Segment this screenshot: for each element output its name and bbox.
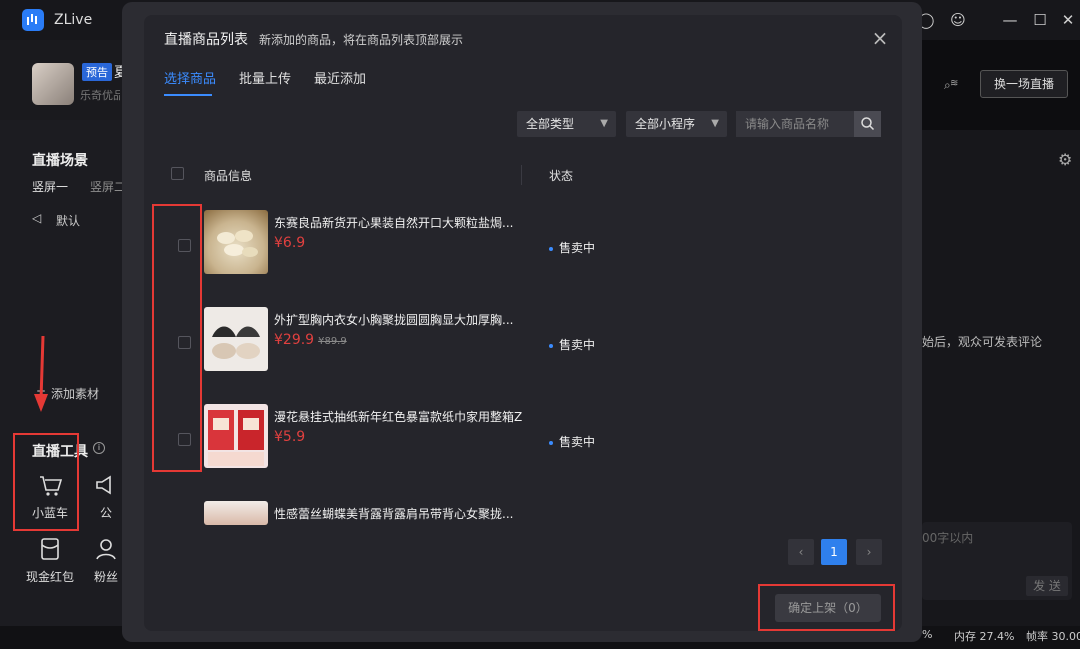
close-icon[interactable]: × bbox=[870, 28, 890, 48]
preview-badge: 预告 bbox=[82, 63, 112, 81]
original-price: ¥89.9 bbox=[318, 336, 347, 347]
tool-announcement[interactable]: 公 bbox=[90, 472, 122, 521]
product-price: ¥6.9 bbox=[274, 235, 305, 251]
program-select-value: 全部小程序 bbox=[635, 117, 696, 131]
tissue-box-image bbox=[208, 410, 264, 466]
comment-input-hint: 00字以内 bbox=[922, 531, 974, 545]
host-subtitle: 乐奇优品 bbox=[80, 89, 120, 102]
active-tab-indicator bbox=[164, 94, 212, 96]
status-prefix: % bbox=[922, 628, 933, 641]
type-select[interactable]: 全部类型 ▼ bbox=[517, 111, 616, 137]
emoji-icon[interactable]: ☺ bbox=[948, 10, 968, 30]
close-window-icon[interactable]: ✕ bbox=[1058, 10, 1078, 30]
product-status: 售卖中 bbox=[549, 336, 595, 353]
tab-bulk-upload[interactable]: 批量上传 bbox=[239, 68, 291, 87]
tool-red-packet-label: 现金红包 bbox=[25, 570, 74, 584]
product-thumbnail bbox=[204, 307, 268, 371]
tool-announcement-label: 公 bbox=[99, 506, 112, 520]
send-button[interactable]: 发 送 bbox=[1026, 576, 1068, 596]
annotation-tool-highlight bbox=[13, 433, 79, 531]
settings-icon[interactable]: ⚙ bbox=[1058, 150, 1072, 169]
page-1-button[interactable]: 1 bbox=[821, 539, 847, 565]
zlive-logo-icon bbox=[22, 9, 44, 31]
table-row[interactable]: 外扩型胸内衣女小胸聚拢圆圆胸显大加厚胸... ¥29.9 ¥89.9 售卖中 bbox=[164, 295, 880, 391]
search-input[interactable] bbox=[736, 111, 854, 137]
chevron-down-icon: ▼ bbox=[711, 118, 719, 129]
price-value: ¥29.9 bbox=[274, 332, 315, 348]
product-price: ¥5.9 bbox=[274, 429, 305, 445]
pistachio-image bbox=[217, 230, 258, 257]
table-row[interactable]: 东赛良品新货开心果装自然开口大颗粒盐焗... ¥6.9 售卖中 bbox=[164, 198, 880, 294]
add-material-button[interactable]: 添加素材 bbox=[51, 385, 99, 402]
tab-recently-added[interactable]: 最近添加 bbox=[314, 68, 366, 87]
annotation-checkbox-highlight bbox=[152, 204, 202, 472]
program-select[interactable]: 全部小程序 ▼ bbox=[626, 111, 727, 137]
maximize-icon[interactable]: ☐ bbox=[1030, 10, 1050, 30]
chevron-down-icon: ▼ bbox=[600, 118, 608, 129]
annotation-arrow-icon bbox=[34, 336, 48, 412]
speaker-icon: ◁ bbox=[32, 211, 42, 225]
table-row[interactable]: 性感蕾丝蝴蝶美背露背露肩吊带背心女聚拢... bbox=[164, 489, 880, 525]
column-divider bbox=[521, 165, 522, 185]
table-header: 商品信息 状态 bbox=[164, 161, 880, 189]
user-icon bbox=[96, 539, 116, 560]
dialog-title: 直播商品列表 bbox=[164, 32, 248, 48]
product-price: ¥29.9 ¥89.9 bbox=[274, 332, 347, 348]
annotation-confirm-highlight bbox=[758, 584, 895, 631]
wifi-icon: ≋ bbox=[950, 78, 959, 89]
product-thumbnail bbox=[204, 501, 268, 525]
select-all-checkbox[interactable] bbox=[171, 167, 184, 180]
scene-tab-1[interactable]: 竖屏一 bbox=[32, 178, 68, 195]
switch-live-button[interactable]: 换一场直播 bbox=[980, 70, 1068, 98]
megaphone-icon bbox=[96, 475, 111, 495]
tool-fans-label: 粉丝 bbox=[93, 570, 118, 584]
scene-tab-2[interactable]: 竖屏二 bbox=[90, 178, 122, 195]
memory-status: 内存 27.4% bbox=[954, 630, 1015, 643]
dialog-subtitle: 新添加的商品，将在商品列表顶部展示 bbox=[259, 33, 464, 47]
product-name: 漫花悬挂式抽纸新年红色暴富款纸巾家用整箱Z bbox=[274, 410, 523, 424]
fps-status: 帧率 30.00 bbox=[1026, 630, 1080, 643]
default-label: 默认 bbox=[56, 214, 81, 228]
next-page-button[interactable]: › bbox=[856, 539, 882, 565]
price-value: ¥5.9 bbox=[274, 429, 306, 445]
avatar bbox=[32, 63, 74, 105]
app-title: ZLive bbox=[54, 12, 93, 28]
table-row[interactable]: 漫花悬挂式抽纸新年红色暴富款纸巾家用整箱Z ¥5.9 售卖中 bbox=[164, 392, 880, 488]
bra-image bbox=[212, 326, 260, 359]
info-icon[interactable]: i bbox=[93, 442, 105, 454]
tool-red-packet[interactable]: 现金红包 bbox=[20, 536, 80, 585]
comment-hint: 始后，观众可发表评论 bbox=[922, 335, 1043, 349]
tab-select-products[interactable]: 选择商品 bbox=[164, 68, 216, 87]
tool-fans[interactable]: 粉丝 bbox=[90, 536, 122, 585]
search-button[interactable] bbox=[854, 111, 881, 137]
product-status: 售卖中 bbox=[549, 433, 595, 450]
product-status: 售卖中 bbox=[549, 239, 595, 256]
product-name: 外扩型胸内衣女小胸聚拢圆圆胸显大加厚胸... bbox=[274, 313, 514, 327]
price-value: ¥6.9 bbox=[274, 235, 306, 251]
product-thumbnail bbox=[204, 210, 268, 274]
type-select-value: 全部类型 bbox=[526, 117, 575, 131]
red-packet-icon bbox=[41, 538, 59, 560]
column-status: 状态 bbox=[549, 169, 574, 183]
column-info: 商品信息 bbox=[204, 169, 253, 183]
search-icon bbox=[861, 117, 875, 131]
product-thumbnail bbox=[204, 404, 268, 468]
product-name: 东赛良品新货开心果装自然开口大颗粒盐焗... bbox=[274, 216, 514, 230]
prev-page-button[interactable]: ‹ bbox=[788, 539, 814, 565]
product-name: 性感蕾丝蝴蝶美背露背露肩吊带背心女聚拢... bbox=[274, 507, 514, 521]
minimize-icon[interactable]: — bbox=[1000, 10, 1020, 30]
scene-title: 直播场景 bbox=[32, 153, 88, 169]
